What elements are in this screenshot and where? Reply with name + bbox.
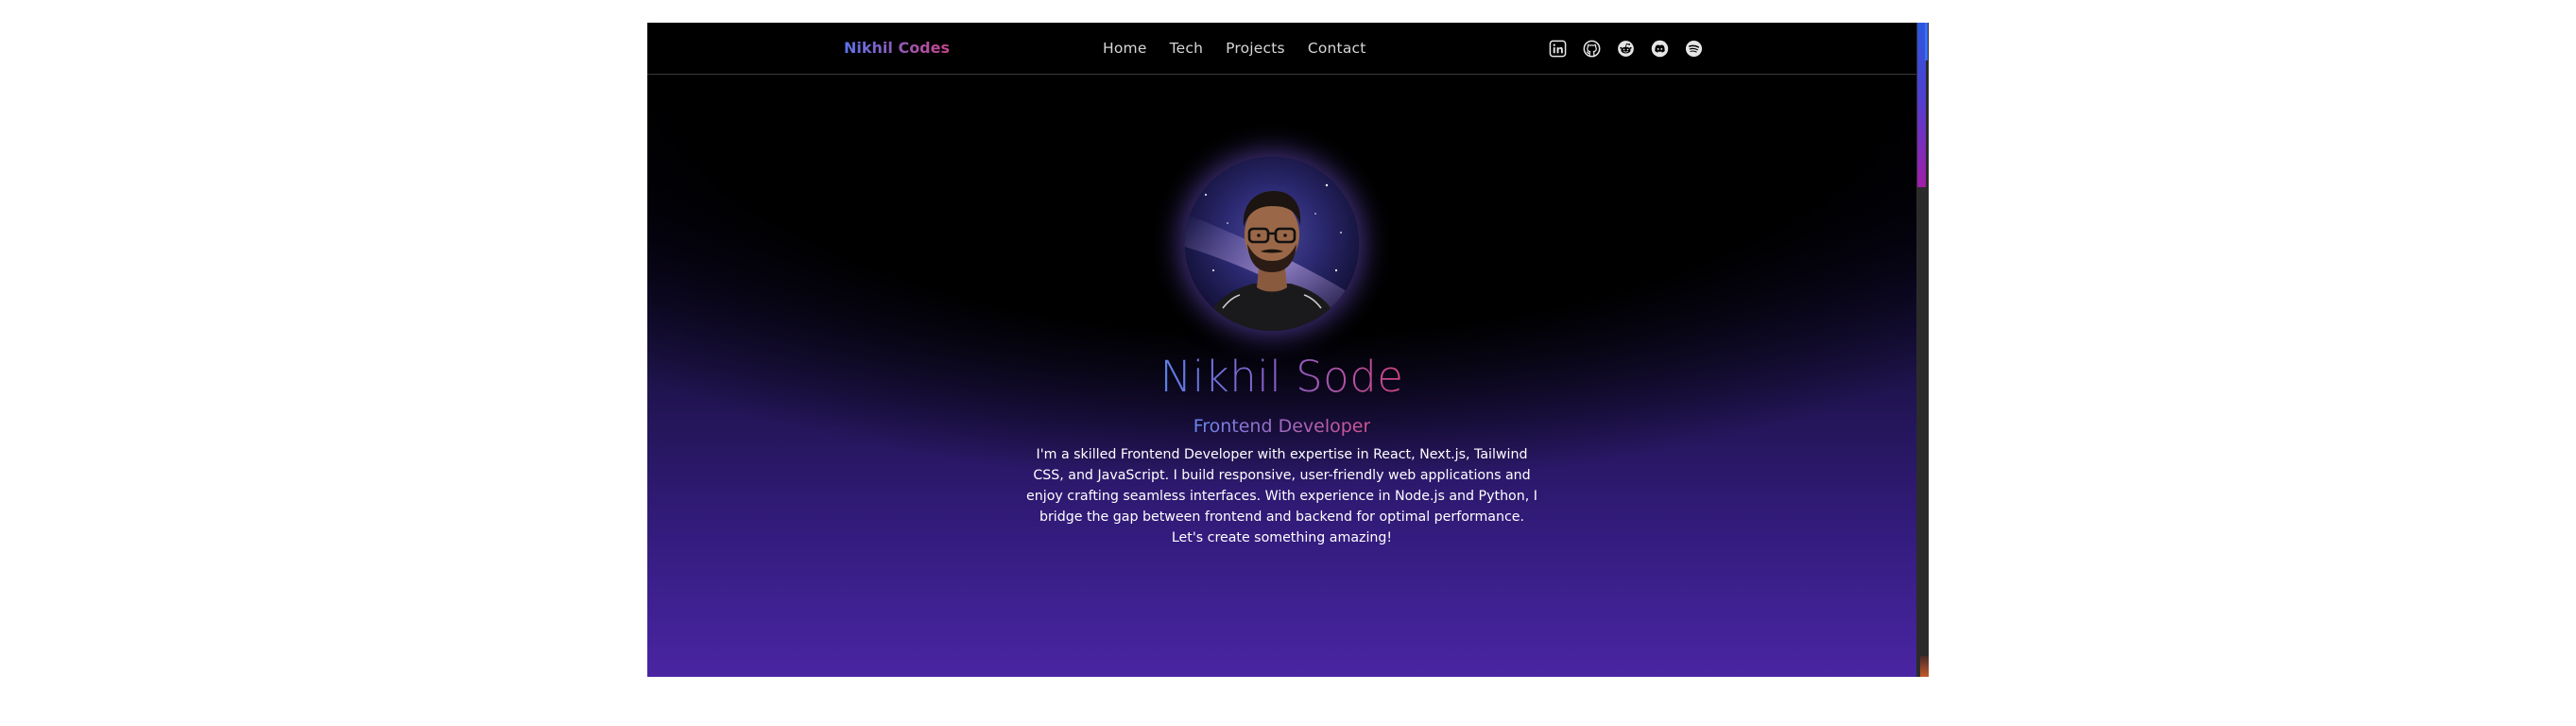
nav-link-home[interactable]: Home (1103, 40, 1147, 57)
hero-name: Nikhil Sode (647, 352, 1916, 402)
portfolio-page: Nikhil Codes Home Tech Projects Contact (647, 23, 1916, 677)
social-icons (1549, 40, 1703, 58)
profile-avatar (1185, 157, 1359, 331)
brand-logo[interactable]: Nikhil Codes (844, 39, 950, 57)
bio-line: I'm a skilled Frontend Developer with ex… (1036, 447, 1528, 462)
nav-link-tech[interactable]: Tech (1170, 40, 1204, 57)
bio-line: CSS, and JavaScript. I build responsive,… (1033, 468, 1531, 483)
hero-role: Frontend Developer (647, 416, 1916, 437)
nav-link-contact[interactable]: Contact (1308, 40, 1366, 57)
hero-role-text: Frontend Developer (1193, 416, 1371, 437)
reddit-icon[interactable] (1617, 40, 1635, 58)
bio-line: bridge the gap between frontend and back… (1039, 510, 1525, 525)
nav-link-projects[interactable]: Projects (1226, 40, 1285, 57)
spotify-icon[interactable] (1685, 40, 1703, 58)
page-scrollbar[interactable] (1916, 23, 1929, 677)
discord-icon[interactable] (1651, 40, 1669, 58)
scrollbar-thumb[interactable] (1917, 23, 1928, 187)
scrollbar-bottom-marker (1920, 656, 1929, 677)
bio-line: enjoy crafting seamless interfaces. With… (1026, 489, 1537, 504)
linkedin-icon[interactable] (1549, 40, 1567, 58)
hero-name-text: Nikhil Sode (1159, 352, 1404, 402)
bio-line: Let's create something amazing! (1171, 530, 1393, 545)
nav-links: Home Tech Projects Contact (1103, 40, 1366, 57)
browser-viewport: Nikhil Codes Home Tech Projects Contact (647, 23, 1929, 677)
scrollbar-thumb-edge (1925, 23, 1928, 60)
github-icon[interactable] (1583, 40, 1601, 58)
hero-bio: I'm a skilled Frontend Developer with ex… (1013, 444, 1551, 548)
navbar: Nikhil Codes Home Tech Projects Contact (647, 23, 1916, 75)
